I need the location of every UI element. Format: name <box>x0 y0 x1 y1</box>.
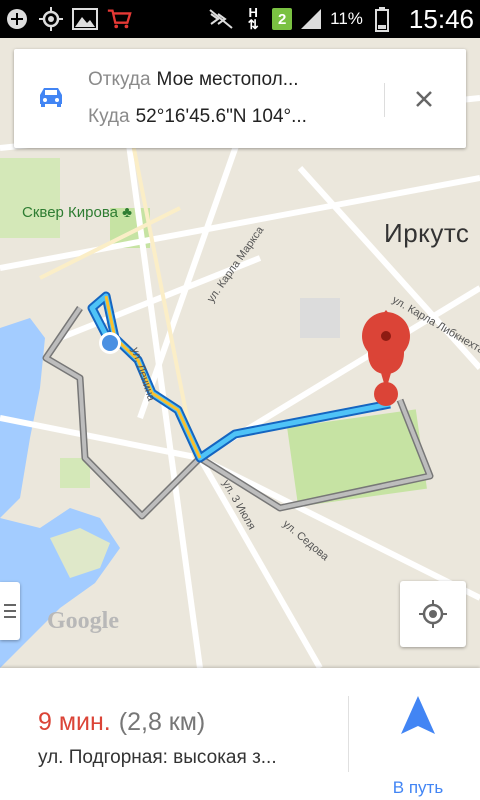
side-menu-handle[interactable] <box>0 582 20 640</box>
bottom-divider <box>348 696 349 772</box>
battery-icon <box>369 6 395 32</box>
eta: 9 мин. (2,8 км) <box>38 708 205 737</box>
navigation-arrow-icon <box>401 696 435 734</box>
battery-percent: 11% <box>330 9 363 28</box>
park-west <box>0 158 60 238</box>
sim-2-icon: 2 <box>272 8 293 30</box>
close-icon <box>416 91 432 107</box>
image-icon <box>72 6 98 32</box>
city-label: Иркутс <box>384 218 470 248</box>
to-value: 52°16'45.6"N 104°... <box>135 106 307 127</box>
status-bar: H ⇅ 2 11% 15:46 <box>0 0 480 38</box>
from-label: Откуда <box>88 69 151 90</box>
google-logo: Google <box>47 608 119 634</box>
start-navigation-label: В путь <box>392 778 444 797</box>
eta-distance: (2,8 км) <box>118 708 206 736</box>
gps-icon <box>38 6 64 32</box>
plus-icon <box>4 6 30 32</box>
car-icon[interactable] <box>36 86 66 108</box>
network-h-icon: H ⇅ <box>247 5 259 32</box>
signal-icon <box>298 6 324 32</box>
clock: 15:46 <box>408 3 474 34</box>
route-summary-sheet[interactable]: 9 мин. (2,8 км) ул. Подгорная: высокая з.… <box>0 668 480 800</box>
block-grey <box>300 298 340 338</box>
mute-icon <box>208 6 234 32</box>
close-route-button[interactable] <box>406 81 442 117</box>
destination-pin-icon <box>362 310 410 406</box>
from-value: Мое местопол... <box>156 69 299 90</box>
eta-time: 9 мин. <box>38 708 111 736</box>
park-label: Сквер Кирова ♣ <box>22 204 133 221</box>
route-card-divider <box>384 83 385 117</box>
to-field[interactable]: Куда 52°16'45.6"N 104°... <box>88 106 307 128</box>
crosshair-icon <box>419 600 447 628</box>
route-via: ул. Подгорная: высокая з... <box>38 747 277 768</box>
to-label: Куда <box>88 106 130 127</box>
from-field[interactable]: Откуда Мое местопол... <box>88 69 299 91</box>
route-card: Откуда Мое местопол... Куда 52°16'45.6"N 1… <box>14 49 466 148</box>
cart-icon <box>106 6 132 32</box>
start-navigation-button[interactable]: В путь <box>370 696 466 797</box>
my-location-button[interactable] <box>400 581 466 647</box>
